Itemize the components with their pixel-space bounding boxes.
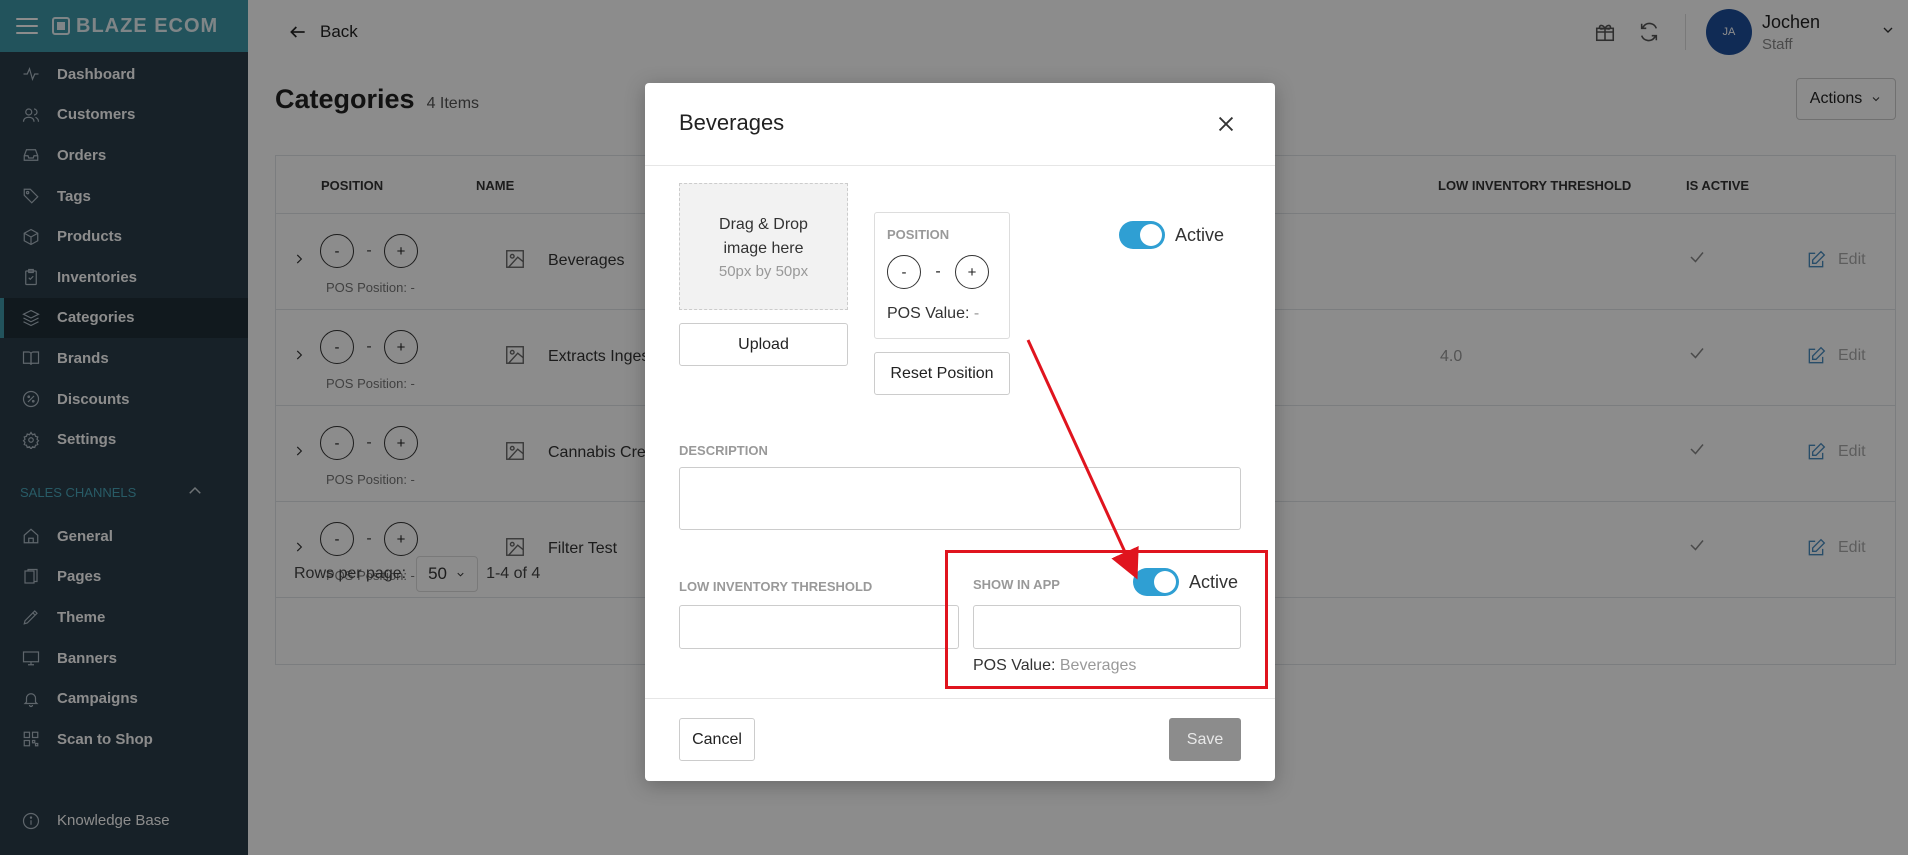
pos-value-text: - — [973, 305, 980, 322]
pos-value-label: POS Value: — [887, 305, 970, 322]
decrement-button[interactable]: - — [887, 255, 921, 289]
upload-button[interactable]: Upload — [679, 323, 848, 366]
image-dropzone[interactable]: Drag & Drop image here 50px by 50px — [679, 183, 848, 310]
low-inventory-label: LOW INVENTORY THRESHOLD — [679, 579, 873, 594]
dropzone-text: Drag & Drop image here — [719, 216, 808, 257]
close-icon[interactable] — [1215, 113, 1237, 135]
position-value: - — [935, 263, 941, 280]
active-label: Active — [1175, 224, 1225, 245]
modal-header: Beverages — [645, 83, 1275, 166]
cancel-button[interactable]: Cancel — [679, 718, 755, 761]
pos-value: POS Value: - — [887, 305, 979, 323]
description-label: DESCRIPTION — [679, 443, 768, 458]
increment-button[interactable]: + — [955, 255, 989, 289]
active-toggle[interactable] — [1119, 221, 1165, 249]
annotation-highlight-box — [945, 550, 1268, 689]
active-toggle-group: Active — [1119, 221, 1224, 249]
position-label: POSITION — [887, 227, 950, 242]
low-inventory-input[interactable] — [679, 605, 959, 649]
reset-position-button[interactable]: Reset Position — [874, 352, 1010, 395]
modal-footer: Cancel Save — [645, 698, 1275, 781]
dropzone-hint: 50px by 50px — [718, 263, 809, 280]
save-button[interactable]: Save — [1169, 718, 1241, 761]
modal-title: Beverages — [679, 110, 785, 135]
description-input[interactable] — [679, 467, 1241, 530]
position-card: POSITION - - + POS Value: - — [874, 212, 1010, 339]
